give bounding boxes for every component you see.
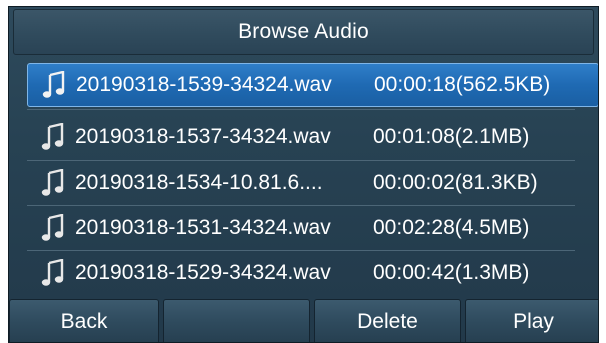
audio-file-name: 20190318-1529-34324.wav — [75, 261, 331, 284]
audio-file-name: 20190318-1537-34324.wav — [75, 125, 331, 148]
phone-screen: Browse Audio 20190318-1539-34324.wav 00:… — [0, 0, 606, 343]
music-note-icon — [41, 259, 64, 286]
softkey-bar: Back Delete Play — [9, 299, 598, 342]
audio-file-duration-size: 00:01:08(2.1MB) — [373, 125, 530, 148]
audio-file-item[interactable]: 20190318-1534-10.81.6.... 00:00:02(81.3K… — [27, 161, 598, 205]
audio-file-item[interactable]: 20190318-1529-34324.wav 00:00:42(1.3MB) — [27, 251, 598, 295]
audio-file-item[interactable]: 20190318-1531-34324.wav 00:02:28(4.5MB) — [27, 206, 598, 250]
audio-file-name: 20190318-1531-34324.wav — [75, 216, 331, 239]
audio-file-name: 20190318-1534-10.81.6.... — [75, 171, 323, 194]
audio-file-duration-size: 00:02:28(4.5MB) — [373, 216, 530, 239]
empty-softkey[interactable] — [163, 299, 310, 342]
browse-audio-window: Browse Audio 20190318-1539-34324.wav 00:… — [8, 6, 599, 343]
audio-file-item[interactable]: 20190318-1539-34324.wav 00:00:18(562.5KB… — [27, 63, 598, 107]
music-note-icon — [42, 71, 65, 98]
divider — [27, 109, 575, 110]
play-softkey[interactable]: Play — [465, 299, 598, 342]
back-softkey[interactable]: Back — [9, 299, 159, 342]
audio-file-duration-size: 00:00:02(81.3KB) — [373, 171, 538, 194]
delete-softkey[interactable]: Delete — [314, 299, 461, 342]
music-note-icon — [41, 169, 64, 196]
audio-file-item[interactable]: 20190318-1537-34324.wav 00:01:08(2.1MB) — [27, 115, 598, 159]
audio-file-duration-size: 00:00:42(1.3MB) — [373, 261, 530, 284]
music-note-icon — [41, 214, 64, 241]
page-title: Browse Audio — [13, 9, 594, 55]
audio-file-name: 20190318-1539-34324.wav — [76, 73, 332, 96]
audio-file-list: 20190318-1539-34324.wav 00:00:18(562.5KB… — [9, 57, 598, 295]
music-note-icon — [41, 123, 64, 150]
audio-file-duration-size: 00:00:18(562.5KB) — [374, 73, 551, 96]
